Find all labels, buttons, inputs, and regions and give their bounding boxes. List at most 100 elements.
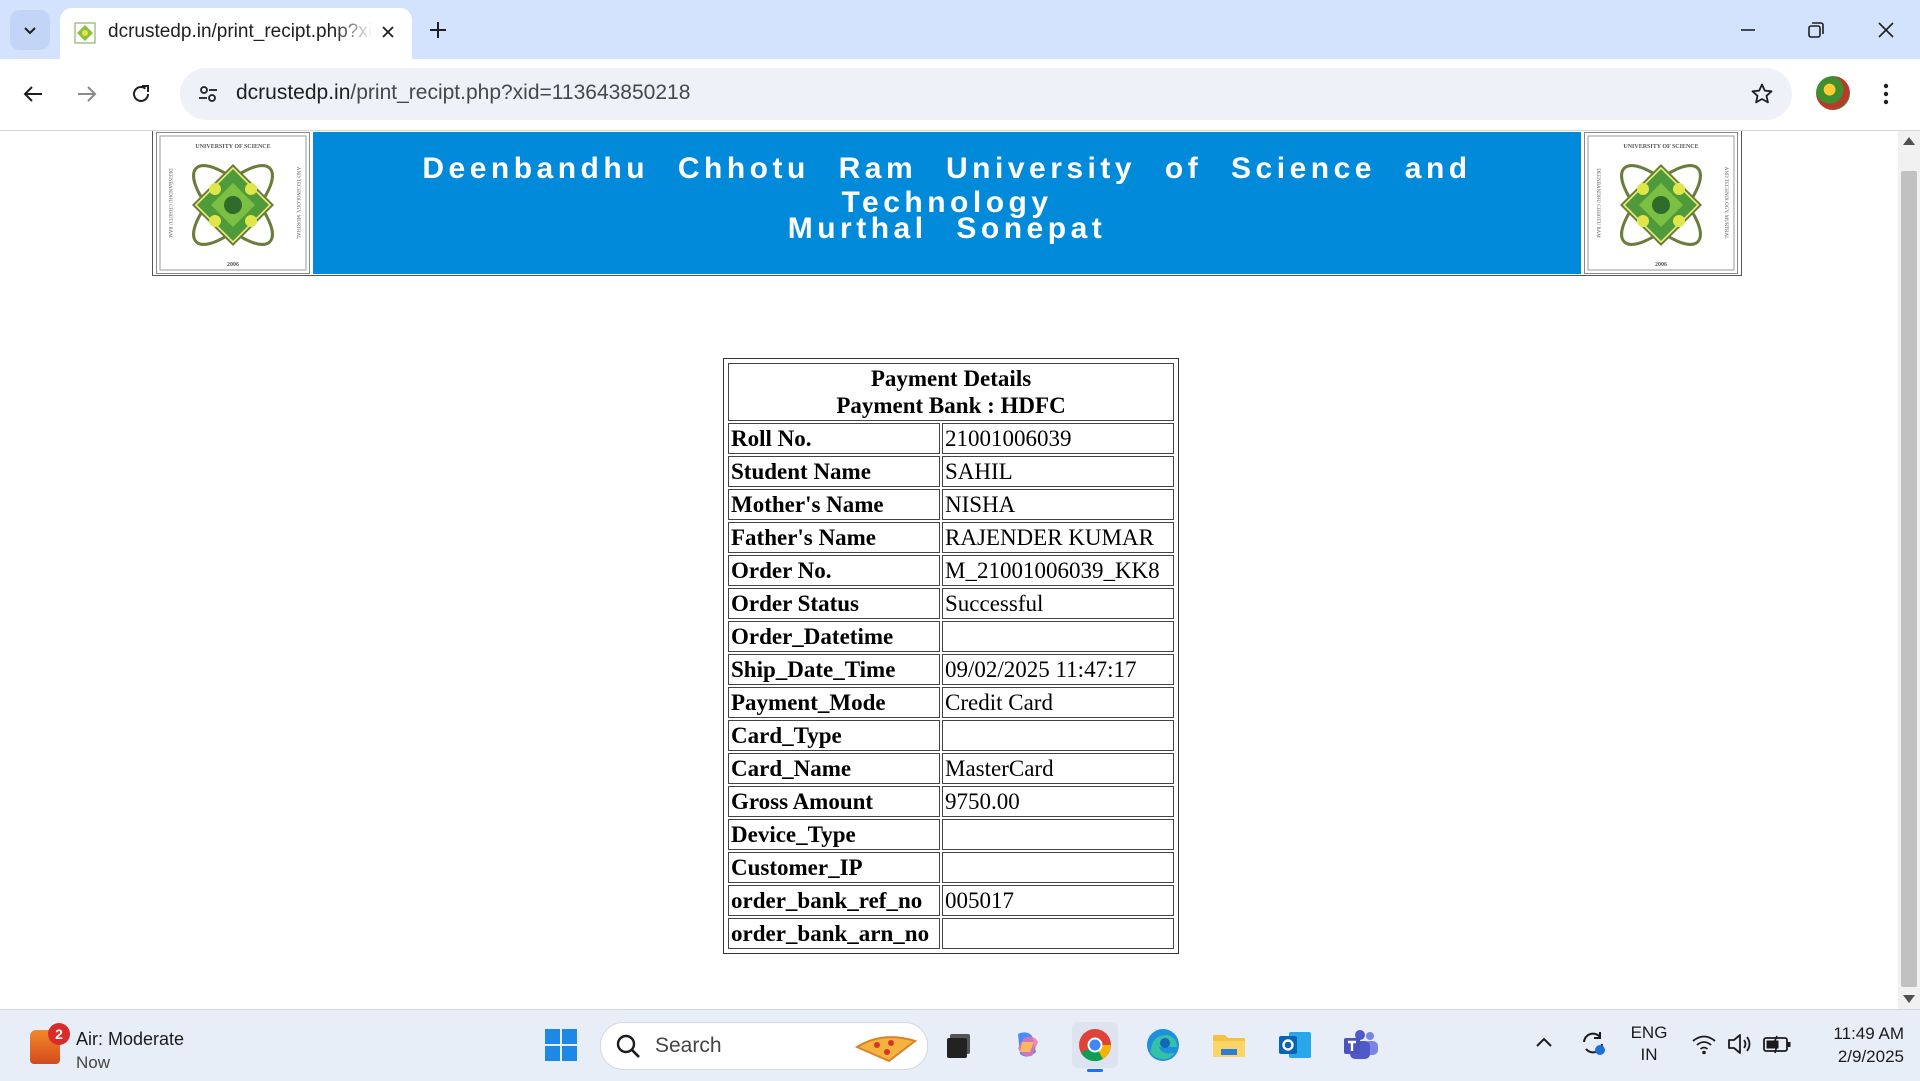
field-value: Successful [942, 588, 1174, 619]
close-icon [1878, 21, 1894, 38]
university-seal-icon: UNIVERSITY OF SCIENCE 2006 DEENBANDHU CH… [1587, 135, 1735, 271]
system-clock[interactable]: 11:49 AM 2/9/2025 [1804, 1022, 1904, 1068]
field-label: Roll No. [728, 423, 940, 454]
scroll-thumb[interactable] [1901, 171, 1917, 987]
field-label: Student Name [728, 456, 940, 487]
minimize-button[interactable] [1714, 0, 1782, 59]
field-label: Payment_Mode [728, 687, 940, 718]
table-row: Order_Datetime [728, 621, 1174, 652]
bookmark-button[interactable] [1746, 78, 1778, 110]
field-label: Order_Datetime [728, 621, 940, 652]
table-row: Card_Type [728, 720, 1174, 751]
chrome-icon [1079, 1029, 1112, 1062]
new-tab-button[interactable] [422, 14, 454, 46]
field-label: Ship_Date_Time [728, 654, 940, 685]
search-placeholder: Search [655, 1034, 722, 1057]
battery-charging-icon[interactable] [1762, 1030, 1792, 1058]
reload-button[interactable] [120, 73, 162, 115]
input-language-indicator[interactable]: ENG IN [1626, 1022, 1672, 1066]
close-window-button[interactable] [1852, 0, 1920, 59]
taskbar-app-outlook[interactable] [1272, 1022, 1318, 1068]
region-code: IN [1640, 1045, 1658, 1064]
windows-logo-icon [545, 1029, 577, 1061]
site-info-button[interactable] [192, 78, 224, 110]
start-button[interactable] [538, 1022, 584, 1068]
notification-badge: 2 [48, 1023, 70, 1045]
url-host: dcrustedp.in [236, 81, 351, 104]
table-row: Ship_Date_Time 09/02/2025 11:47:17 [728, 654, 1174, 685]
url-path: /print_recipt.php?xid=113643850218 [350, 81, 691, 104]
seal-year: 2006 [1655, 262, 1667, 268]
active-app-indicator [1087, 1069, 1103, 1072]
field-label: order_bank_ref_no [728, 885, 940, 916]
star-icon [1751, 83, 1773, 104]
profile-avatar[interactable] [1816, 76, 1850, 110]
taskbar-app-chrome[interactable] [1072, 1022, 1118, 1072]
language-code: ENG [1630, 1023, 1668, 1042]
seal-left-text: DEENBANDHU CHHOTU RAM [1595, 168, 1600, 238]
restore-button[interactable] [1782, 0, 1850, 59]
task-view-icon [947, 1034, 970, 1058]
page-scrollbar[interactable] [1898, 131, 1920, 1009]
volume-icon[interactable] [1726, 1030, 1754, 1058]
reload-icon [133, 85, 149, 102]
field-label: Customer_IP [728, 852, 940, 883]
edge-icon [1147, 1029, 1179, 1061]
browser-toolbar: dcrustedp.in/print_recipt.php?xid=113643… [0, 59, 1920, 131]
university-name: Deenbandhu Chhotu Ram University of Scie… [422, 152, 1472, 219]
arrow-right-icon [78, 86, 97, 102]
address-bar[interactable]: dcrustedp.in/print_recipt.php?xid=113643… [180, 68, 1792, 120]
table-row: Mother's Name NISHA [728, 489, 1174, 520]
field-label: order_bank_arn_no [728, 918, 940, 949]
show-hidden-icons-button[interactable] [1532, 1030, 1556, 1054]
field-value [942, 918, 1174, 949]
table-row: Roll No. 21001006039 [728, 423, 1174, 454]
seal-year: 2006 [227, 262, 239, 268]
browser-menu-button[interactable] [1868, 73, 1904, 115]
onedrive-sync-button[interactable] [1578, 1028, 1608, 1058]
url-text[interactable]: dcrustedp.in/print_recipt.php?xid=113643… [236, 81, 690, 105]
table-row: Order No. M_21001006039_KK8 [728, 555, 1174, 586]
tab-title: dcrustedp.in/print_recipt.php?xid=113643… [108, 21, 372, 42]
taskbar-app-folder[interactable] [1206, 1022, 1252, 1068]
seal-left-text: DEENBANDHU CHHOTU RAM [167, 168, 172, 238]
field-value: M_21001006039_KK8 [942, 555, 1174, 586]
tab-search-button[interactable] [10, 10, 50, 50]
windows-taskbar: 2 Air: Moderate Now Search ENG IN 11:49 … [0, 1009, 1920, 1081]
taskbar-search[interactable]: Search [600, 1022, 928, 1070]
field-value [942, 621, 1174, 652]
university-seal-icon: UNIVERSITY OF SCIENCE 2006 DEENBANDHU CH… [159, 135, 307, 271]
back-button[interactable] [12, 73, 54, 115]
wifi-icon[interactable] [1690, 1030, 1718, 1058]
field-value [942, 720, 1174, 751]
minimize-icon [1741, 28, 1755, 31]
restore-icon [1808, 21, 1824, 38]
table-row: Payment_Mode Credit Card [728, 687, 1174, 718]
sync-icon [1583, 1032, 1605, 1055]
scroll-up-arrow-icon[interactable] [1903, 137, 1915, 145]
university-location: Murthal Sonepat [787, 212, 1107, 245]
field-value: 09/02/2025 11:47:17 [942, 654, 1174, 685]
weather-widget[interactable]: 2 Air: Moderate Now [24, 1018, 224, 1074]
table-row: Device_Type [728, 819, 1174, 850]
taskbar-app-teams[interactable] [1338, 1022, 1384, 1068]
close-tab-button[interactable] [376, 20, 400, 44]
scroll-down-arrow-icon[interactable] [1903, 995, 1915, 1003]
university-banner: UNIVERSITY OF SCIENCE 2006 DEENBANDHU CH… [152, 131, 1742, 276]
taskbar-app-edge[interactable] [1140, 1022, 1186, 1068]
payment-details-table: Payment Details Payment Bank : HDFC Roll… [726, 361, 1176, 951]
field-value: Credit Card [942, 687, 1174, 718]
more-vertical-icon [1883, 83, 1889, 105]
seal-top-text: UNIVERSITY OF SCIENCE [195, 144, 270, 150]
taskbar-app-file-explorer[interactable] [936, 1022, 982, 1068]
field-label: Mother's Name [728, 489, 940, 520]
field-label: Order No. [728, 555, 940, 586]
forward-button[interactable] [66, 73, 108, 115]
university-seal-left: UNIVERSITY OF SCIENCE 2006 DEENBANDHU CH… [156, 132, 310, 274]
field-label: Gross Amount [728, 786, 940, 817]
active-tab[interactable]: dcrustedp.in/print_recipt.php?xid=113643… [60, 8, 412, 59]
table-row: Father's Name RAJENDER KUMAR [728, 522, 1174, 553]
page-viewport: UNIVERSITY OF SCIENCE 2006 DEENBANDHU CH… [0, 131, 1898, 1009]
receipt-bank: Payment Bank : HDFC [836, 393, 1066, 418]
taskbar-app-copilot[interactable] [1004, 1022, 1050, 1068]
